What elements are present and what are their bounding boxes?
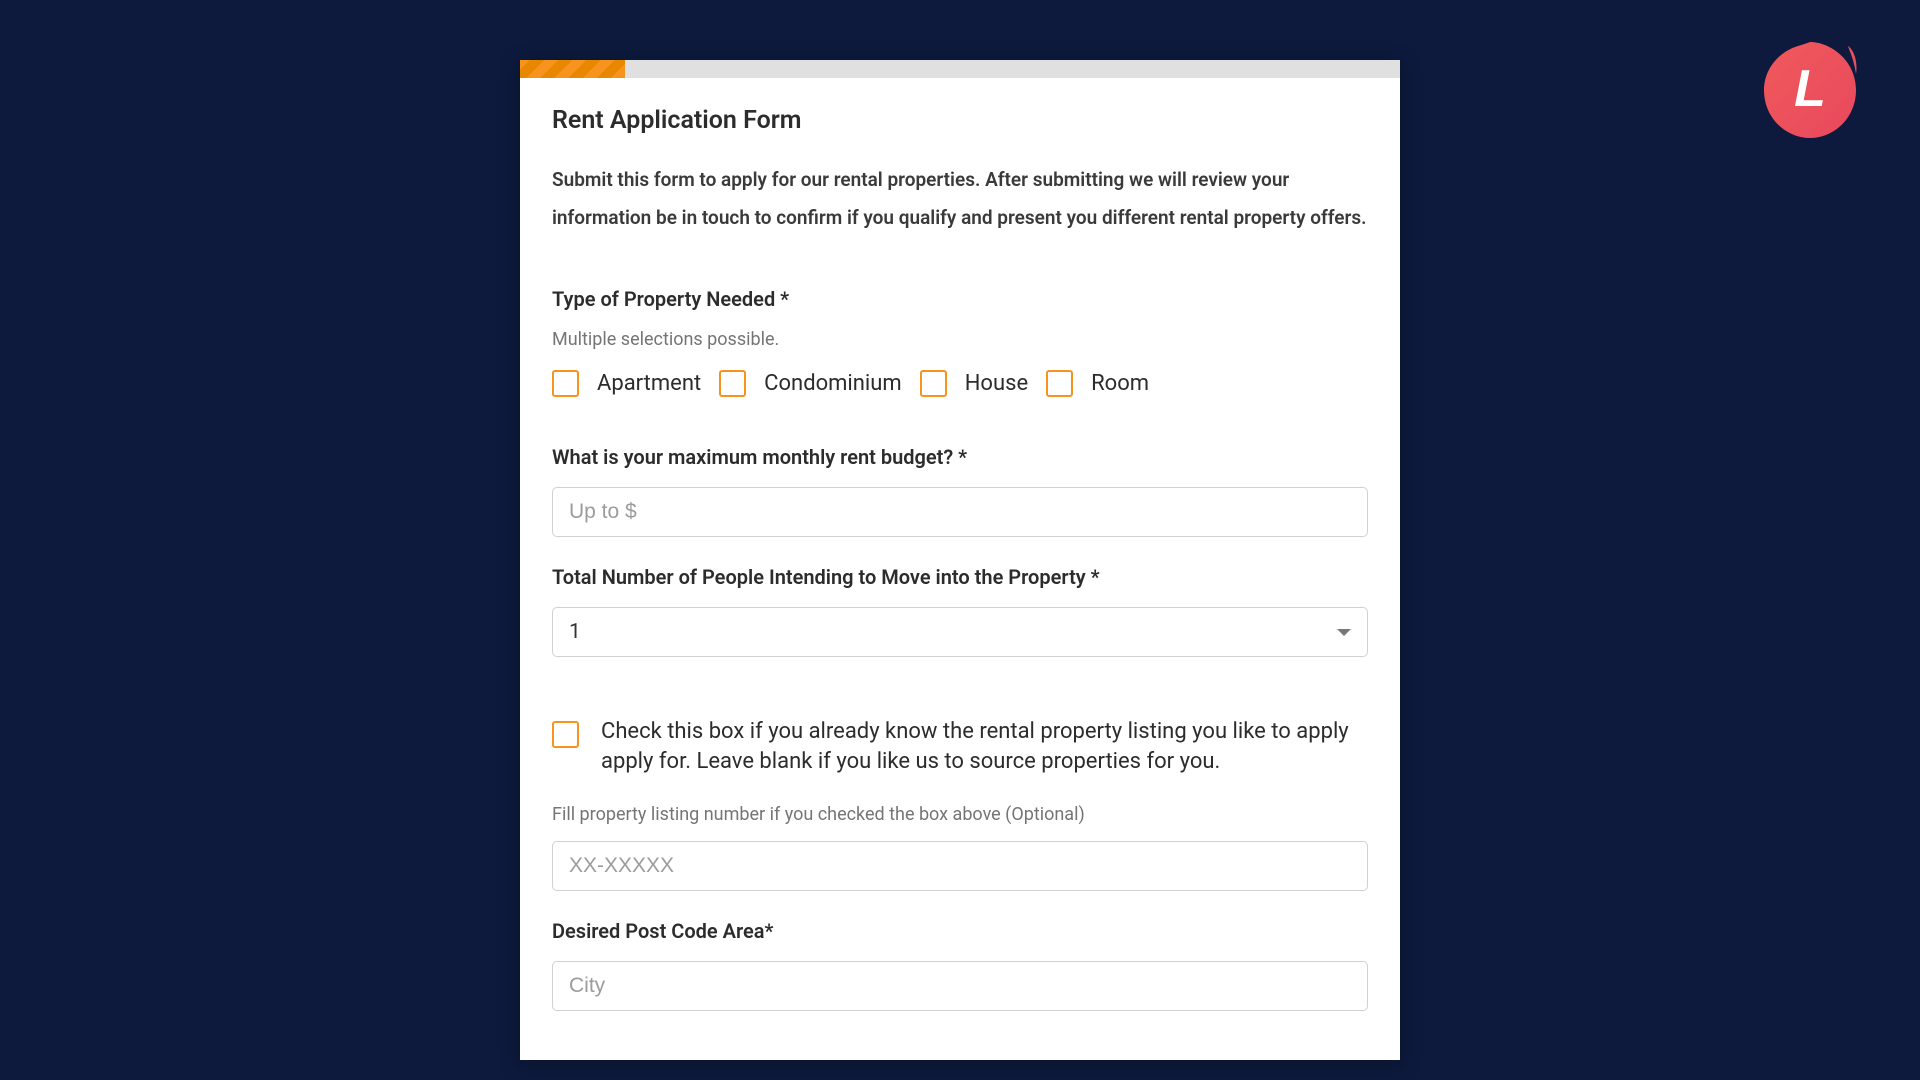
checkbox-known-listing[interactable] bbox=[552, 721, 579, 748]
postcode-label: Desired Post Code Area* bbox=[552, 919, 1368, 943]
property-type-options: Apartment Condominium House Room bbox=[552, 370, 1368, 397]
checkbox-room[interactable] bbox=[1046, 370, 1073, 397]
checkbox-house[interactable] bbox=[920, 370, 947, 397]
budget-label: What is your maximum monthly rent budget… bbox=[552, 445, 1368, 469]
form-title: Rent Application Form bbox=[552, 106, 1368, 135]
chevron-down-icon bbox=[1337, 629, 1351, 636]
property-option-house: House bbox=[920, 370, 1028, 397]
progress-bar bbox=[520, 60, 1400, 78]
progress-fill bbox=[520, 60, 625, 78]
form-panel: Rent Application Form Submit this form t… bbox=[520, 60, 1400, 1060]
property-option-condominium: Condominium bbox=[719, 370, 902, 397]
listing-number-label: Fill property listing number if you chec… bbox=[552, 804, 1368, 825]
budget-input[interactable] bbox=[552, 487, 1368, 537]
postcode-input[interactable] bbox=[552, 961, 1368, 1011]
checkbox-label-apartment: Apartment bbox=[597, 371, 701, 396]
known-listing-row: Check this box if you already know the r… bbox=[552, 717, 1368, 776]
people-count-value: 1 bbox=[569, 620, 581, 644]
svg-text:L: L bbox=[1794, 60, 1826, 118]
form-content: Rent Application Form Submit this form t… bbox=[520, 78, 1400, 1060]
checkbox-apartment[interactable] bbox=[552, 370, 579, 397]
listing-number-input[interactable] bbox=[552, 841, 1368, 891]
known-listing-label: Check this box if you already know the r… bbox=[601, 717, 1368, 776]
checkbox-condominium[interactable] bbox=[719, 370, 746, 397]
property-option-room: Room bbox=[1046, 370, 1149, 397]
form-subtitle: Submit this form to apply for our rental… bbox=[552, 161, 1368, 237]
property-type-label: Type of Property Needed * bbox=[552, 287, 1368, 311]
property-type-helper: Multiple selections possible. bbox=[552, 329, 1368, 350]
checkbox-label-house: House bbox=[965, 371, 1028, 396]
checkbox-label-room: Room bbox=[1091, 371, 1149, 396]
property-option-apartment: Apartment bbox=[552, 370, 701, 397]
checkbox-label-condominium: Condominium bbox=[764, 371, 902, 396]
people-count-label: Total Number of People Intending to Move… bbox=[552, 565, 1368, 589]
people-count-select[interactable]: 1 bbox=[552, 607, 1368, 657]
brand-logo: L bbox=[1760, 40, 1860, 140]
